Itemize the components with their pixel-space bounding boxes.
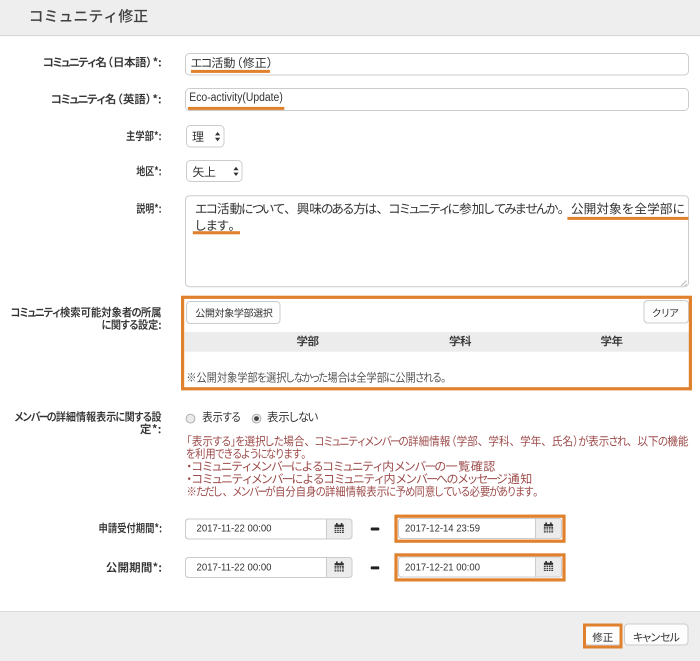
svg-text:Eco-activity(Update): Eco-activity(Update) [189,92,283,104]
svg-text:2017-12-21 00:00: 2017-12-21 00:00 [405,563,480,574]
svg-text:2017-12-14 23:59: 2017-12-14 23:59 [405,524,480,535]
svg-text:2017-11-22 00:00: 2017-11-22 00:00 [197,563,272,574]
svg-text:2017-11-22 00:00: 2017-11-22 00:00 [197,524,272,535]
